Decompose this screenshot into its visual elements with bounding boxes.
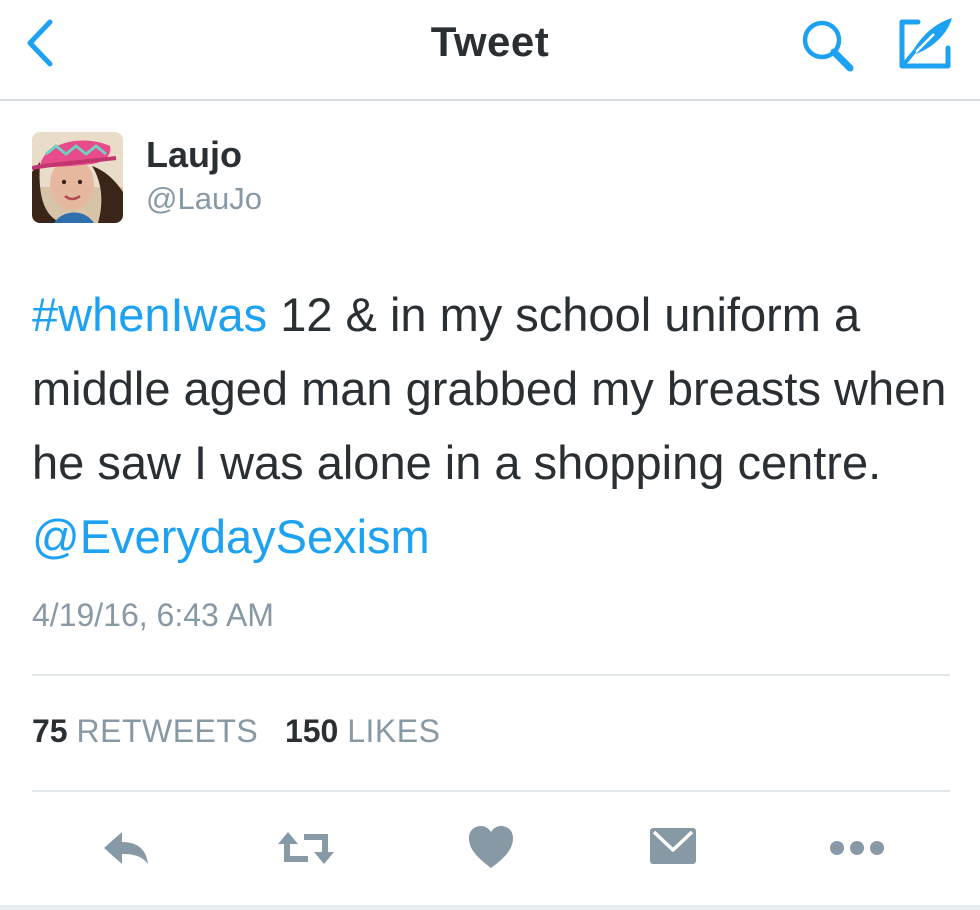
like-button[interactable] — [467, 820, 515, 876]
top-nav-bar: Tweet — [0, 0, 980, 101]
like-count: 150 — [284, 713, 339, 749]
message-button[interactable] — [648, 820, 698, 876]
bottom-border — [0, 905, 980, 910]
tweet-timestamp: 4/19/16, 6:43 AM — [32, 597, 274, 633]
likes-stat[interactable]: 150 LIKES — [285, 713, 441, 749]
avatar[interactable] — [32, 132, 123, 223]
retweet-count: 75 — [32, 713, 68, 749]
reply-icon — [104, 832, 148, 864]
search-icon — [802, 20, 854, 72]
envelope-icon — [650, 828, 696, 864]
more-button[interactable] — [828, 820, 886, 876]
search-button[interactable] — [800, 18, 858, 74]
author-name[interactable]: Laujo — [146, 134, 242, 176]
reply-button[interactable] — [100, 820, 152, 876]
divider — [32, 790, 950, 792]
divider — [32, 674, 950, 676]
mention-link[interactable]: @EverydaySexism — [32, 510, 430, 563]
tweet-stats: 75 RETWEETS 150 LIKES — [32, 713, 440, 750]
profile-photo — [32, 132, 123, 223]
heart-icon — [469, 826, 513, 868]
more-icon — [830, 841, 884, 855]
retweets-stat[interactable]: 75 RETWEETS — [32, 713, 267, 749]
compose-icon — [899, 18, 952, 69]
hashtag-link[interactable]: #whenIwas — [32, 288, 267, 341]
like-label: LIKES — [347, 713, 441, 749]
retweet-button[interactable] — [274, 820, 338, 876]
retweet-label: RETWEETS — [76, 713, 259, 749]
author-handle[interactable]: @LauJo — [146, 181, 262, 217]
compose-button[interactable] — [888, 10, 958, 72]
retweet-icon — [278, 832, 334, 864]
tweet-text: #whenIwas 12 & in my school uniform a mi… — [32, 278, 962, 574]
